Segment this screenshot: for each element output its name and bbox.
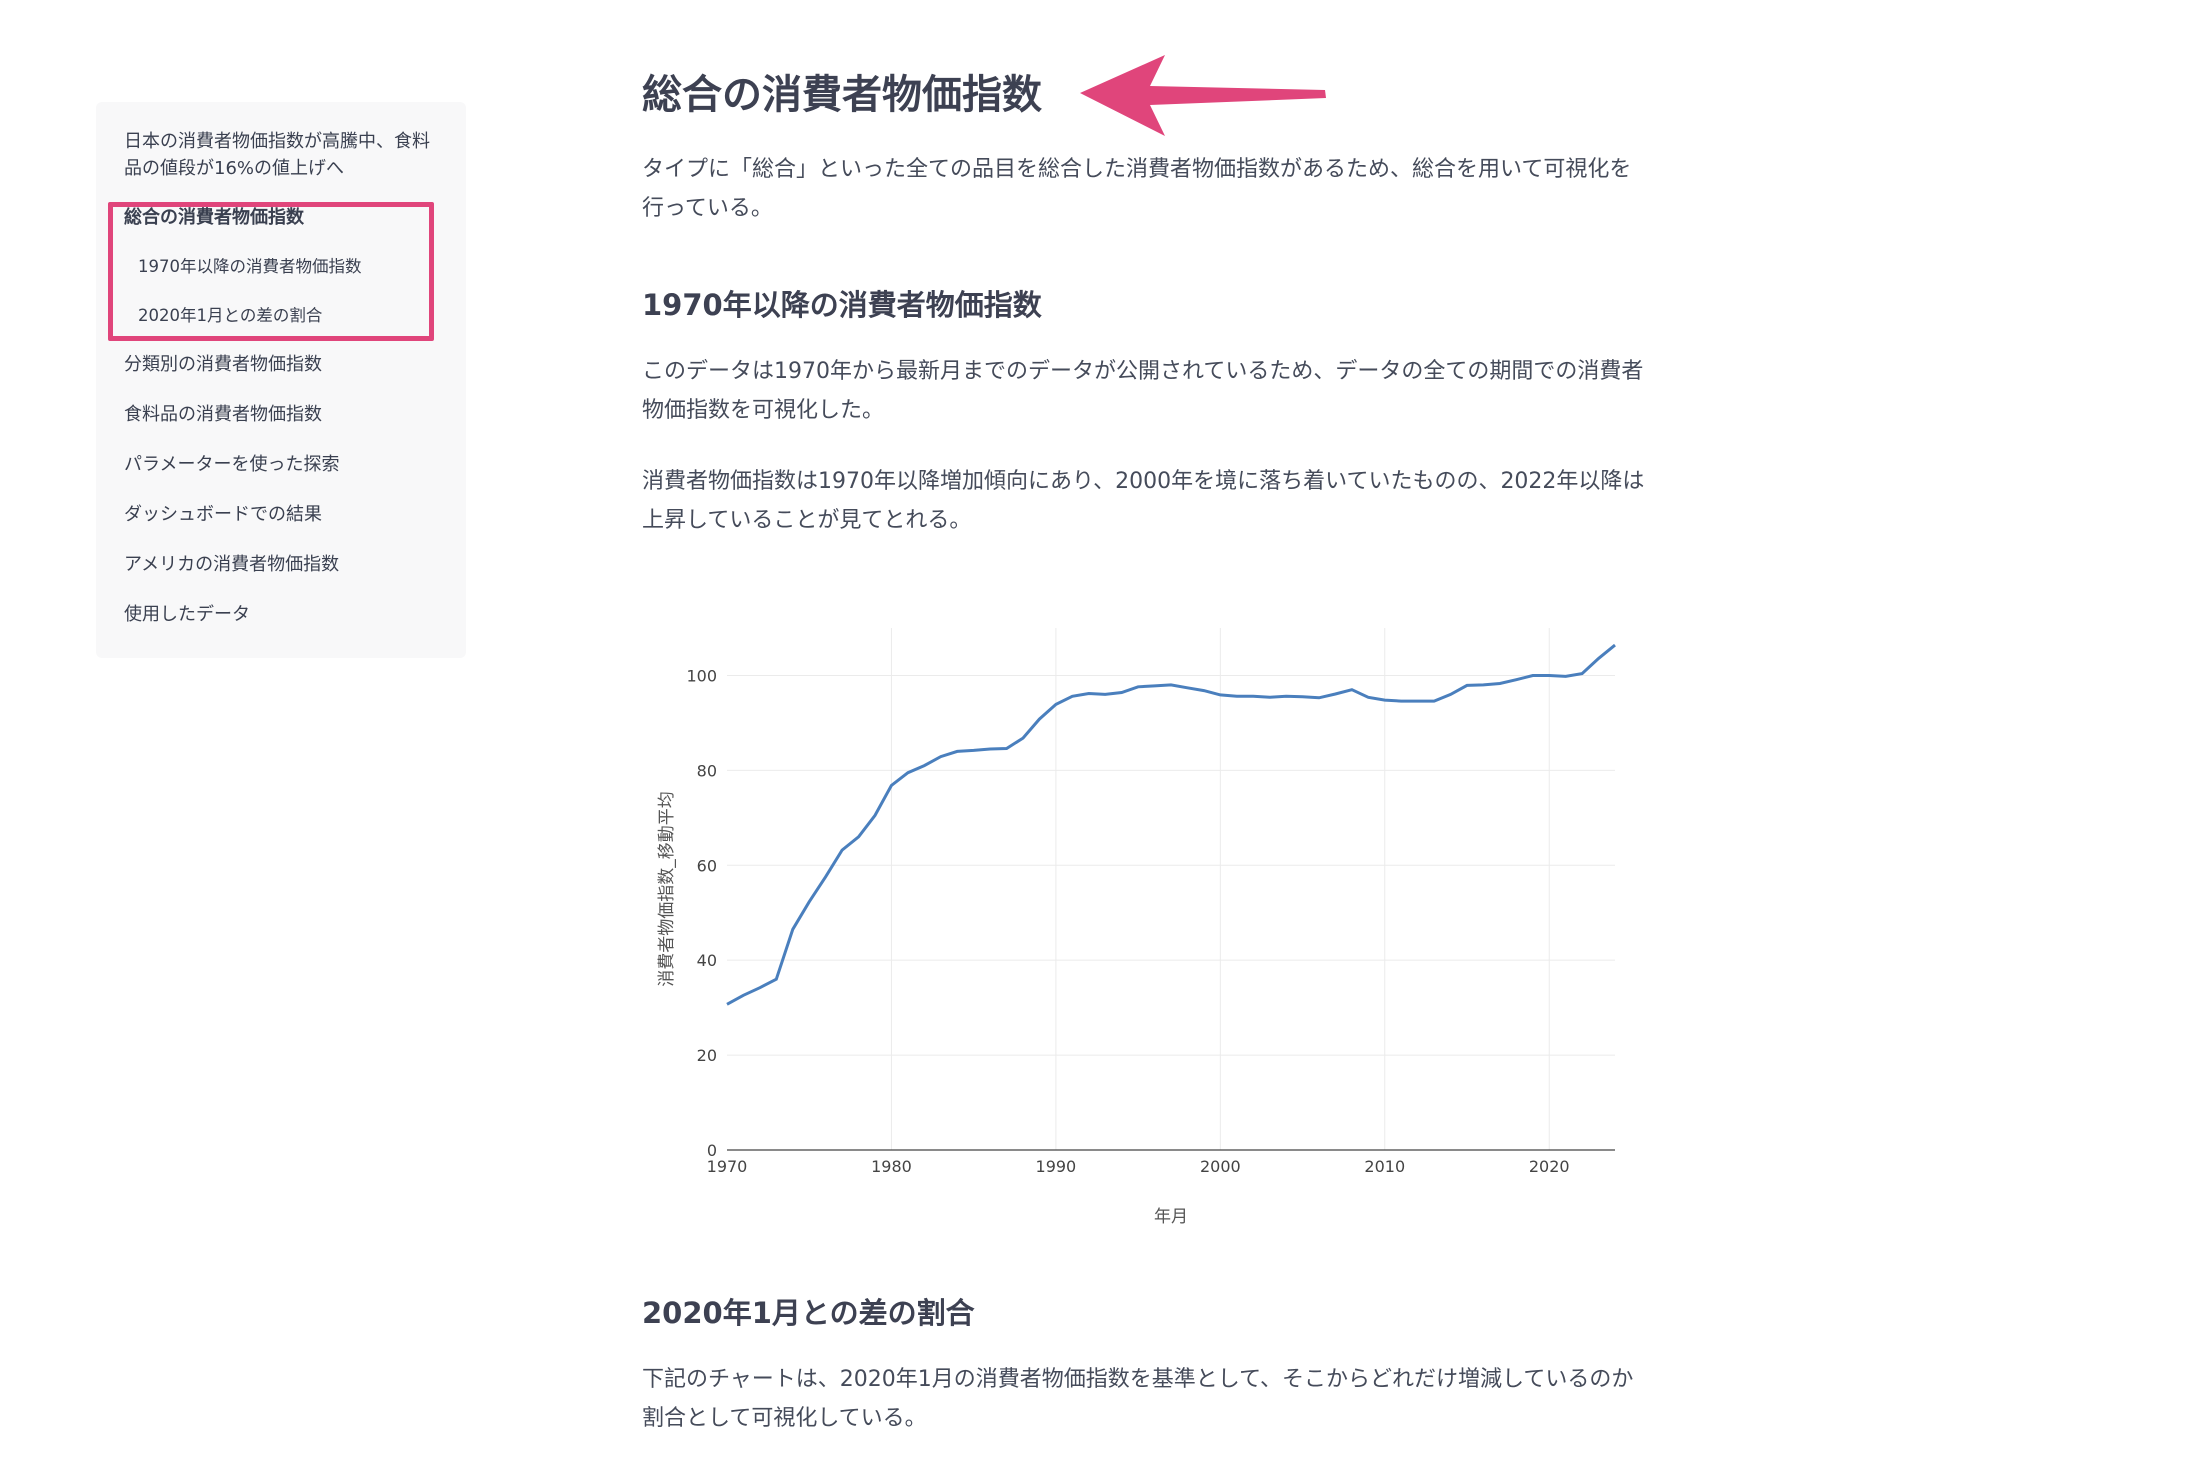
y-tick-label: 40 xyxy=(697,951,717,970)
x-tick-label: 2010 xyxy=(1364,1157,1405,1176)
toc-item-us-cpi[interactable]: アメリカの消費者物価指数 xyxy=(124,551,466,578)
section-heading-cpi-since-1970: 1970年以降の消費者物価指数 xyxy=(642,288,1042,322)
y-tick-label: 60 xyxy=(697,856,717,875)
page-title: 総合の消費者物価指数 xyxy=(642,72,1042,118)
x-tick-label: 2020 xyxy=(1529,1157,1570,1176)
x-tick-label: 1970 xyxy=(707,1157,748,1176)
intro-paragraph: タイプに「総合」といった全ての品目を総合した消費者物価指数があるため、総合を用い… xyxy=(642,157,1632,221)
x-tick-label: 2000 xyxy=(1200,1157,1241,1176)
x-tick-label: 1980 xyxy=(871,1157,912,1176)
section1-paragraph-2: 消費者物価指数は1970年以降増加傾向にあり、2000年を境に落ち着いていたもの… xyxy=(642,469,1645,533)
cpi-series-line xyxy=(726,643,1616,1006)
x-tick-label: 1990 xyxy=(1036,1157,1077,1176)
y-tick-label: 20 xyxy=(697,1046,717,1065)
toc-item-cpi-by-category[interactable]: 分類別の消費者物価指数 xyxy=(124,351,466,378)
section2-paragraph-1: 下記のチャートは、2020年1月の消費者物価指数を基準として、そこからどれだけ増… xyxy=(642,1367,1634,1431)
section1-paragraph-1: このデータは1970年から最新月までのデータが公開されているため、データの全ての… xyxy=(642,359,1644,423)
cpi-line-chart: 0204060801001970 1980 1990 2000 2010 2020 年月 … xyxy=(657,628,1616,1227)
section-heading-diff-from-jan-2020: 2020年1月との差の割合 xyxy=(642,1296,975,1330)
toc-item-parameter-exploration[interactable]: パラメーターを使った探索 xyxy=(124,451,466,478)
toc-item-food-cpi[interactable]: 食料品の消費者物価指数 xyxy=(124,401,466,428)
y-tick-label: 80 xyxy=(697,761,717,780)
chart-ticks: 0204060801001970 1980 1990 2000 2010 2020 xyxy=(686,666,1569,1176)
annotation-arrow-icon xyxy=(1080,55,1326,136)
toc-item-data-used[interactable]: 使用したデータ xyxy=(124,601,466,628)
toc-item-dashboard-results[interactable]: ダッシュボードでの結果 xyxy=(124,501,466,528)
y-tick-label: 100 xyxy=(686,666,717,685)
toc-item-japan-cpi-rising[interactable]: 日本の消費者物価指数が高騰中、食料品の値段が16%の値上げへ xyxy=(124,128,444,182)
chart-grid xyxy=(727,628,1615,1150)
y-axis-label: 消費者物価指数_移動平均 xyxy=(657,791,677,987)
table-of-contents: 日本の消費者物価指数が高騰中、食料品の値段が16%の値上げへ 総合の消費者物価指… xyxy=(96,102,466,658)
x-axis-label: 年月 xyxy=(1154,1207,1188,1227)
highlight-annotation-box xyxy=(108,202,434,341)
